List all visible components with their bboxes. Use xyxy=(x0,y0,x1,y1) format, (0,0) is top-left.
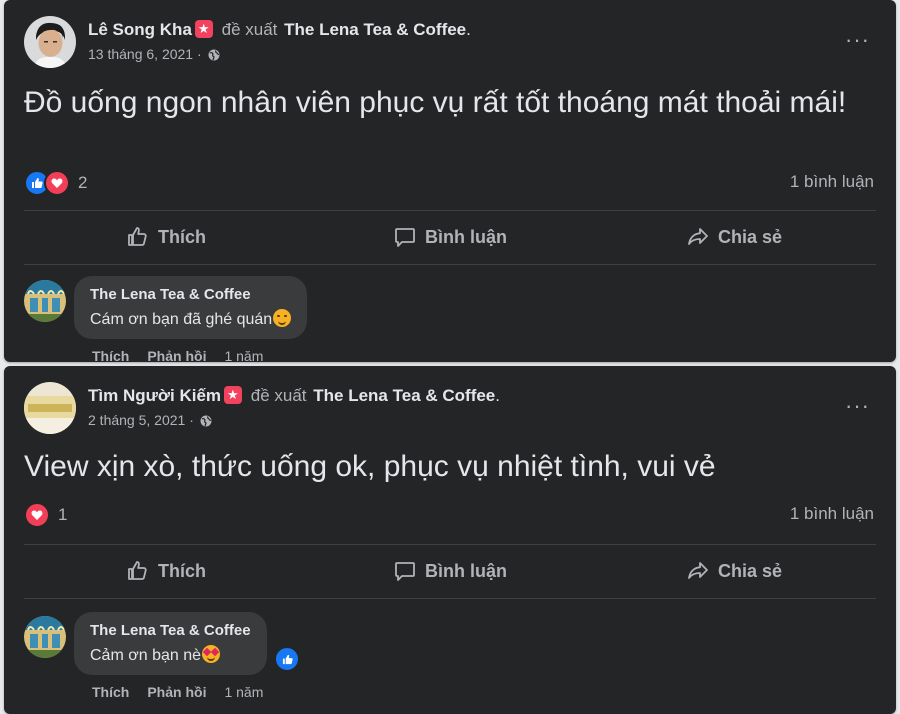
like-icon[interactable] xyxy=(274,646,300,672)
post-action-bar: Thích Bình luận Chia sẻ xyxy=(24,545,876,597)
reply-like-link[interactable]: Thích xyxy=(92,684,129,700)
page-reply: The Lena Tea & Coffee Cám ơn bạn đã ghé … xyxy=(24,276,876,362)
page-avatar[interactable] xyxy=(24,280,66,322)
reply-author[interactable]: The Lena Tea & Coffee xyxy=(90,286,291,303)
recommend-icon xyxy=(224,386,243,404)
reply-bubble: The Lena Tea & Coffee Cám ơn bạn đã ghé … xyxy=(74,276,308,339)
reply-meta: Thích Phản hồi 1 năm xyxy=(92,684,263,700)
review-post: Tìm Người Kiếm đề xuất The Lena Tea & Co… xyxy=(4,366,896,714)
divider xyxy=(24,598,876,599)
author-name[interactable]: Tìm Người Kiếm xyxy=(88,386,221,405)
share-button[interactable]: Chia sẻ xyxy=(592,545,876,597)
like-button[interactable]: Thích xyxy=(24,545,308,597)
author-avatar[interactable] xyxy=(24,382,76,434)
comment-button[interactable]: Bình luận xyxy=(308,211,592,263)
comment-icon xyxy=(395,228,415,247)
like-button-label: Thích xyxy=(158,560,206,581)
comment-button[interactable]: Bình luận xyxy=(308,545,592,597)
reply-respond-link[interactable]: Phản hồi xyxy=(147,684,206,700)
reply-text-line: Cảm ơn bạn nè xyxy=(90,645,251,665)
reactions-summary[interactable]: 1 xyxy=(24,502,67,528)
share-button[interactable]: Chia sẻ xyxy=(592,211,876,263)
post-header: Lê Song Kha đề xuất The Lena Tea & Coffe… xyxy=(24,16,876,70)
post-date[interactable]: 2 tháng 5, 2021 · xyxy=(88,412,194,428)
globe-icon xyxy=(200,415,212,427)
more-options-icon[interactable]: ··· xyxy=(845,29,870,51)
reply-text: Cảm ơn bạn nè xyxy=(90,647,201,664)
post-attribution: Lê Song Kha đề xuất The Lena Tea & Coffe… xyxy=(88,20,471,40)
share-button-label: Chia sẻ xyxy=(717,560,783,581)
reply-author[interactable]: The Lena Tea & Coffee xyxy=(90,622,251,639)
recommend-verb: đề xuất xyxy=(250,386,307,405)
post-header: Tìm Người Kiếm đề xuất The Lena Tea & Co… xyxy=(24,382,876,436)
post-stats: 2 1 bình luận xyxy=(24,170,874,196)
thumbs-up-icon xyxy=(128,561,147,580)
more-options-icon[interactable]: ··· xyxy=(845,395,870,417)
love-face-emoji xyxy=(202,645,220,663)
like-button-label: Thích xyxy=(158,226,206,247)
page-name[interactable]: The Lena Tea & Coffee xyxy=(284,20,466,39)
reply-like-link[interactable]: Thích xyxy=(92,348,129,362)
comment-button-label: Bình luận xyxy=(425,560,507,581)
author-name[interactable]: Lê Song Kha xyxy=(88,20,192,39)
reply-time[interactable]: 1 năm xyxy=(224,348,263,362)
page-avatar[interactable] xyxy=(24,616,66,658)
page-reply: The Lena Tea & Coffee Cảm ơn bạn nè Thíc… xyxy=(24,612,876,712)
share-arrow-icon xyxy=(688,562,708,579)
reply-time[interactable]: 1 năm xyxy=(224,684,263,700)
thumbs-up-icon xyxy=(128,227,147,246)
divider xyxy=(24,264,876,265)
reply-respond-link[interactable]: Phản hồi xyxy=(147,348,206,362)
globe-icon xyxy=(208,49,220,61)
reply-text: Cám ơn bạn đã ghé quán xyxy=(90,311,273,328)
share-arrow-icon xyxy=(688,228,708,245)
post-date[interactable]: 13 tháng 6, 2021 · xyxy=(88,46,202,62)
share-button-label: Chia sẻ xyxy=(717,226,783,247)
post-text: View xịn xò, thức uống ok, phục vụ nhiệt… xyxy=(24,450,716,483)
reply-bubble: The Lena Tea & Coffee Cảm ơn bạn nè xyxy=(74,612,267,675)
period: . xyxy=(466,20,471,39)
post-date-line: 2 tháng 5, 2021 · xyxy=(88,412,212,428)
love-icon xyxy=(44,170,70,196)
comment-icon xyxy=(395,562,415,581)
reaction-count: 2 xyxy=(78,173,88,192)
post-stats: 1 1 bình luận xyxy=(24,502,874,528)
comment-count[interactable]: 1 bình luận xyxy=(790,172,874,192)
period: . xyxy=(495,386,500,405)
recommend-verb: đề xuất xyxy=(221,20,278,39)
like-button[interactable]: Thích xyxy=(24,211,308,263)
post-date-line: 13 tháng 6, 2021 · xyxy=(88,46,220,62)
comment-count[interactable]: 1 bình luận xyxy=(790,504,874,524)
reply-text-line: Cám ơn bạn đã ghé quán xyxy=(90,309,292,329)
smile-emoji xyxy=(273,309,292,327)
review-post: Lê Song Kha đề xuất The Lena Tea & Coffe… xyxy=(4,0,896,362)
page-name[interactable]: The Lena Tea & Coffee xyxy=(313,386,495,405)
post-action-bar: Thích Bình luận Chia sẻ xyxy=(24,211,876,263)
love-icon xyxy=(24,502,50,528)
reaction-count: 1 xyxy=(58,505,68,524)
author-avatar[interactable] xyxy=(24,16,76,68)
reactions-summary[interactable]: 2 xyxy=(24,170,87,196)
post-text: Đồ uống ngon nhân viên phục vụ rất tốt t… xyxy=(24,86,847,119)
post-attribution: Tìm Người Kiếm đề xuất The Lena Tea & Co… xyxy=(88,386,500,406)
comment-button-label: Bình luận xyxy=(425,226,507,247)
reply-meta: Thích Phản hồi 1 năm xyxy=(92,348,263,362)
recommend-icon xyxy=(194,20,213,38)
